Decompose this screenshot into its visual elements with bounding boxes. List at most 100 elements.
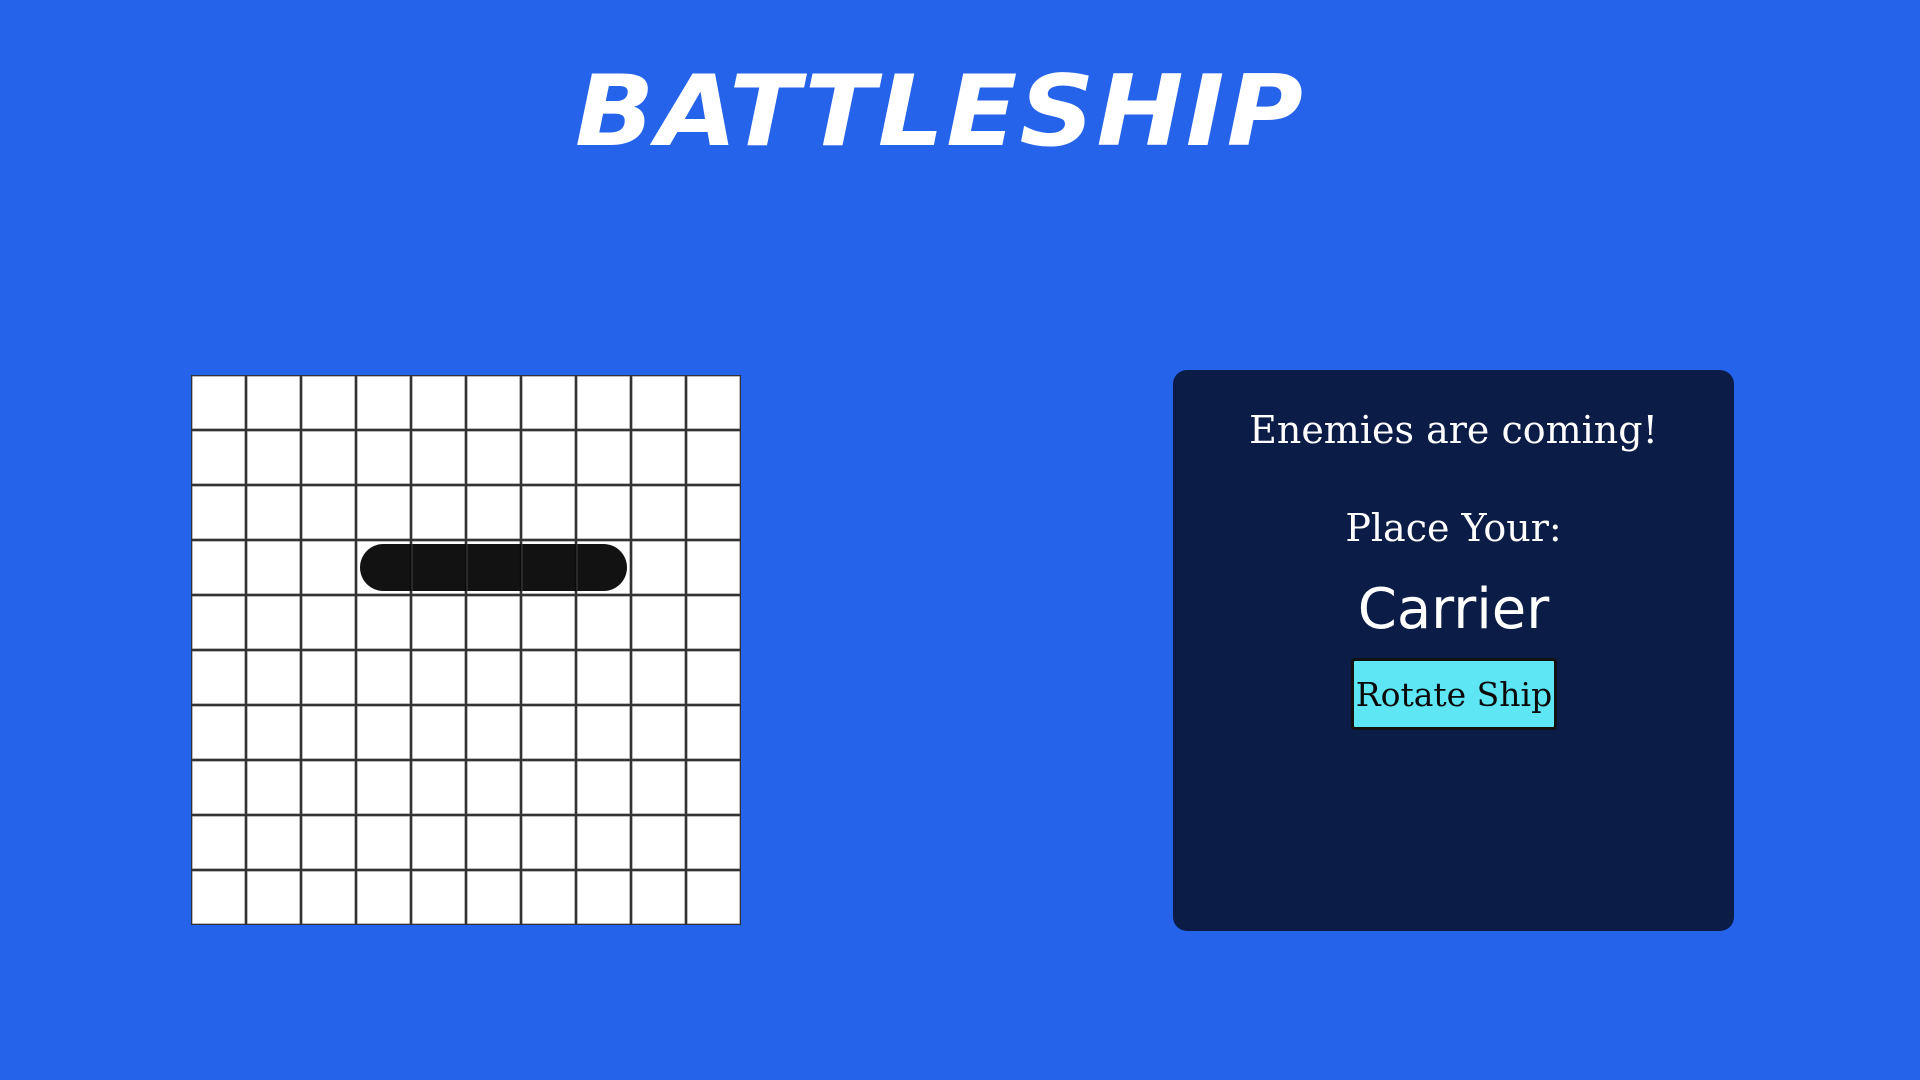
- board-cell[interactable]: [301, 540, 356, 595]
- board-cell[interactable]: [466, 375, 521, 430]
- board-cell[interactable]: [301, 650, 356, 705]
- board-cell[interactable]: [411, 375, 466, 430]
- board-cell[interactable]: [466, 430, 521, 485]
- board-cell[interactable]: [631, 815, 686, 870]
- board-cell[interactable]: [686, 485, 741, 540]
- board-cell[interactable]: [576, 375, 631, 430]
- board-cell[interactable]: [686, 375, 741, 430]
- board-cell[interactable]: [631, 760, 686, 815]
- board-cell[interactable]: [686, 870, 741, 925]
- board-cell[interactable]: [686, 760, 741, 815]
- player-board[interactable]: [191, 375, 741, 925]
- board-cell[interactable]: [521, 375, 576, 430]
- board-cell[interactable]: [356, 815, 411, 870]
- board-cell[interactable]: [191, 650, 246, 705]
- board-cell[interactable]: [191, 815, 246, 870]
- board-cell[interactable]: [301, 760, 356, 815]
- board-cell[interactable]: [411, 650, 466, 705]
- board-cell[interactable]: [521, 650, 576, 705]
- board-cell[interactable]: [631, 595, 686, 650]
- board-cell[interactable]: [466, 870, 521, 925]
- board-cell[interactable]: [246, 430, 301, 485]
- board-cell[interactable]: [631, 375, 686, 430]
- board-cell[interactable]: [191, 485, 246, 540]
- board-cell[interactable]: [411, 485, 466, 540]
- board-cell[interactable]: [466, 815, 521, 870]
- board-cell[interactable]: [466, 650, 521, 705]
- board-cell[interactable]: [191, 760, 246, 815]
- board-cell[interactable]: [191, 540, 246, 595]
- board-cell[interactable]: [356, 375, 411, 430]
- board-cell[interactable]: [411, 760, 466, 815]
- carrier-ship[interactable]: [360, 544, 627, 591]
- board-cell[interactable]: [301, 815, 356, 870]
- board-cell[interactable]: [246, 595, 301, 650]
- board-cell[interactable]: [356, 430, 411, 485]
- board-cell[interactable]: [686, 815, 741, 870]
- board-cell[interactable]: [301, 430, 356, 485]
- board-cell[interactable]: [466, 760, 521, 815]
- board-cell[interactable]: [466, 705, 521, 760]
- board-cell[interactable]: [521, 760, 576, 815]
- board-cell[interactable]: [191, 430, 246, 485]
- board-cell[interactable]: [576, 485, 631, 540]
- board-cell[interactable]: [301, 485, 356, 540]
- board-cell[interactable]: [521, 870, 576, 925]
- board-cell[interactable]: [246, 815, 301, 870]
- board-cell[interactable]: [686, 705, 741, 760]
- board-cell[interactable]: [576, 760, 631, 815]
- board-cell[interactable]: [576, 815, 631, 870]
- board-cell[interactable]: [411, 870, 466, 925]
- board-cell[interactable]: [521, 815, 576, 870]
- board-cell[interactable]: [521, 595, 576, 650]
- ship-segments: [360, 544, 627, 591]
- board-cell[interactable]: [356, 650, 411, 705]
- rotate-ship-button[interactable]: Rotate Ship: [1351, 658, 1557, 730]
- board-cell[interactable]: [191, 705, 246, 760]
- board-cell[interactable]: [686, 650, 741, 705]
- board-cell[interactable]: [576, 430, 631, 485]
- board-cell[interactable]: [411, 595, 466, 650]
- board-cell[interactable]: [246, 870, 301, 925]
- board-cell[interactable]: [356, 705, 411, 760]
- battleship-logo: BATTLESHIP: [575, 55, 1303, 155]
- board-cell[interactable]: [686, 595, 741, 650]
- board-cell[interactable]: [686, 430, 741, 485]
- board-cell[interactable]: [246, 705, 301, 760]
- board-cell[interactable]: [411, 430, 466, 485]
- board-cell[interactable]: [631, 650, 686, 705]
- board-cell[interactable]: [576, 595, 631, 650]
- board-cell[interactable]: [631, 430, 686, 485]
- board-cell[interactable]: [246, 485, 301, 540]
- board-cell[interactable]: [576, 650, 631, 705]
- board-cell[interactable]: [356, 760, 411, 815]
- board-cell[interactable]: [631, 540, 686, 595]
- board-cell[interactable]: [576, 705, 631, 760]
- board-cell[interactable]: [411, 705, 466, 760]
- board-cell[interactable]: [411, 815, 466, 870]
- board-cell[interactable]: [521, 705, 576, 760]
- board-cell[interactable]: [466, 595, 521, 650]
- board-cell[interactable]: [246, 375, 301, 430]
- board-cell[interactable]: [686, 540, 741, 595]
- board-cell[interactable]: [356, 870, 411, 925]
- board-cell[interactable]: [301, 870, 356, 925]
- board-cell[interactable]: [246, 760, 301, 815]
- board-cell[interactable]: [246, 540, 301, 595]
- board-cell[interactable]: [521, 485, 576, 540]
- board-cell[interactable]: [631, 485, 686, 540]
- board-cell[interactable]: [301, 595, 356, 650]
- board-cell[interactable]: [466, 485, 521, 540]
- board-cell[interactable]: [191, 870, 246, 925]
- board-cell[interactable]: [246, 650, 301, 705]
- board-cell[interactable]: [631, 870, 686, 925]
- board-cell[interactable]: [521, 430, 576, 485]
- board-cell[interactable]: [191, 375, 246, 430]
- board-cell[interactable]: [356, 485, 411, 540]
- board-cell[interactable]: [576, 870, 631, 925]
- board-cell[interactable]: [356, 595, 411, 650]
- board-cell[interactable]: [301, 705, 356, 760]
- board-cell[interactable]: [301, 375, 356, 430]
- board-cell[interactable]: [191, 595, 246, 650]
- board-cell[interactable]: [631, 705, 686, 760]
